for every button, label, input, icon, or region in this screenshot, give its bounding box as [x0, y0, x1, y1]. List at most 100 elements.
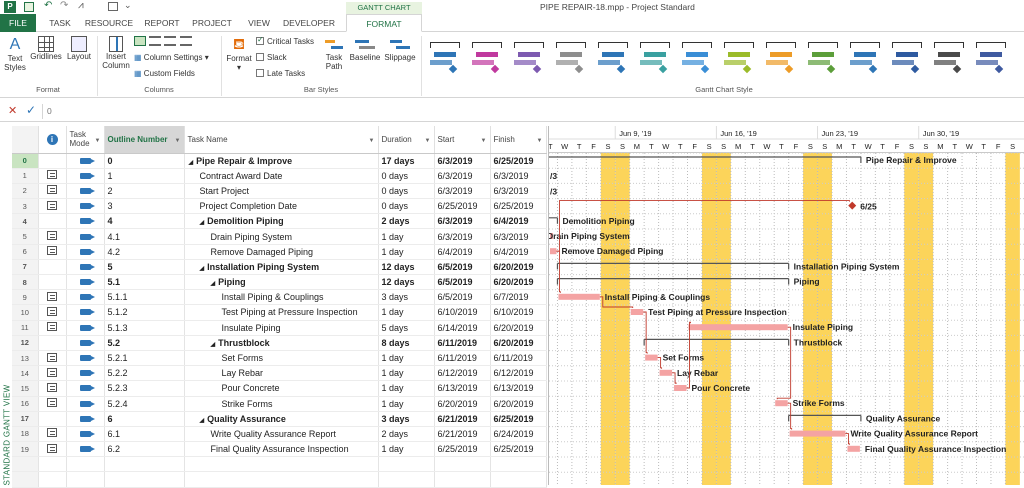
task-note-icon[interactable]	[47, 367, 57, 377]
row-number[interactable]: 16	[12, 396, 39, 412]
task-name-cell[interactable]: ◢ Piping	[184, 274, 379, 291]
start-cell[interactable]: 6/21/2019	[434, 426, 491, 443]
empty-cell[interactable]	[434, 456, 491, 473]
start-cell[interactable]: 6/3/2019	[434, 168, 491, 184]
task-name-cell[interactable]: Set Forms	[184, 350, 379, 367]
duration-cell[interactable]: 3 days	[378, 289, 435, 306]
collapse-triangle-icon[interactable]: ◢	[200, 266, 205, 272]
finish-column-header[interactable]: Finish ▼	[490, 126, 547, 154]
finish-cell[interactable]: 6/7/2019	[490, 289, 547, 306]
duration-cell[interactable]: 1 day	[378, 244, 435, 260]
custom-fields-button[interactable]: ▦ Custom Fields	[134, 69, 195, 78]
tab-resource[interactable]: RESOURCE	[84, 14, 134, 32]
duration-cell[interactable]: 2 days	[378, 213, 435, 230]
gantt-style-swatch[interactable]	[552, 38, 590, 78]
task-row[interactable]: 17 6 ◢ Quality Assurance 3 days 6/21/2019 6/25…	[12, 411, 547, 427]
task-mode-column-header[interactable]: Task Mode ▼	[66, 126, 105, 154]
quick-access-icon[interactable]: ⩘	[78, 0, 84, 11]
task-bar[interactable]	[674, 385, 687, 391]
collapse-triangle-icon[interactable]: ◢	[211, 342, 216, 348]
start-cell[interactable]: 6/10/2019	[434, 304, 491, 321]
row-number[interactable]: 13	[12, 350, 39, 367]
task-row[interactable]: 8 5.1 ◢ Piping 12 days 6/5/2019 6/20/2019	[12, 274, 547, 291]
finish-cell[interactable]: 6/24/2019	[490, 426, 547, 443]
row-number[interactable]: 18	[12, 426, 39, 443]
task-path-button[interactable]: Task Path	[320, 36, 348, 71]
duration-cell[interactable]: 3 days	[378, 411, 435, 427]
indicator-cell[interactable]	[38, 213, 67, 230]
indicator-cell[interactable]	[38, 168, 67, 184]
gantt-style-swatch[interactable]	[930, 38, 968, 78]
task-note-icon[interactable]	[47, 428, 57, 438]
indicator-cell[interactable]	[38, 441, 67, 458]
app-icon[interactable]: P	[4, 1, 16, 13]
tab-format[interactable]: FORMAT	[346, 14, 422, 32]
task-name-cell[interactable]: Project Completion Date	[184, 198, 379, 215]
task-note-icon[interactable]	[47, 322, 57, 332]
indicator-cell[interactable]	[38, 350, 67, 367]
task-name-cell[interactable]: Test Piping at Pressure Inspection	[184, 304, 379, 321]
task-mode-cell[interactable]	[66, 426, 105, 443]
task-mode-cell[interactable]	[66, 396, 105, 412]
task-row[interactable]: 5 4.1 Drain Piping System 1 day 6/3/2019 6/3/…	[12, 228, 547, 245]
task-row[interactable]: 9 5.1.1 Install Piping & Couplings 3 days 6/…	[12, 289, 547, 306]
bar-format-button[interactable]: ⛾ Format ▾	[224, 36, 254, 72]
task-bar[interactable]	[659, 369, 673, 376]
task-note-icon[interactable]	[47, 291, 57, 301]
finish-cell[interactable]: 6/20/2019	[490, 396, 547, 412]
task-note-icon[interactable]	[47, 398, 57, 408]
row-number[interactable]: 17	[12, 411, 39, 427]
task-name-cell[interactable]: Install Piping & Couplings	[184, 289, 379, 306]
duration-cell[interactable]: 1 day	[378, 396, 435, 412]
duration-column-header[interactable]: Duration ▼	[378, 126, 435, 154]
task-name-cell[interactable]: ◢ Installation Piping System	[184, 259, 379, 276]
gantt-chart[interactable]: 19Jun 9, '19Jun 16, '19Jun 23, '19Jun 30…	[548, 126, 1024, 485]
task-bar[interactable]	[645, 354, 658, 361]
filter-arrow-icon[interactable]: ▼	[95, 137, 101, 146]
empty-cell[interactable]	[66, 456, 105, 473]
indicators-column-header[interactable]: i	[38, 126, 67, 154]
collapse-triangle-icon[interactable]: ◢	[200, 220, 205, 226]
empty-cell[interactable]	[38, 456, 67, 473]
task-row[interactable]: 1 1 Contract Award Date 0 days 6/3/2019 6/3/2…	[12, 168, 547, 184]
outline-number-column-header[interactable]: Outline Number ▼	[104, 126, 185, 154]
finish-cell[interactable]: 6/25/2019	[490, 411, 547, 427]
finish-cell[interactable]: 6/13/2019	[490, 380, 547, 397]
task-bar[interactable]	[688, 324, 788, 331]
outline-number-cell[interactable]: 4.2	[104, 244, 185, 260]
filter-arrow-icon[interactable]: ▼	[175, 137, 181, 146]
task-mode-cell[interactable]	[66, 198, 105, 215]
row-number[interactable]	[12, 456, 39, 473]
finish-cell[interactable]: 6/20/2019	[490, 259, 547, 276]
task-name-cell[interactable]: Lay Rebar	[184, 365, 379, 382]
outline-number-cell[interactable]: 5.1.2	[104, 304, 185, 321]
finish-cell[interactable]: 6/3/2019	[490, 168, 547, 184]
outline-number-cell[interactable]: 5.2.2	[104, 365, 185, 382]
gantt-style-swatch[interactable]	[720, 38, 758, 78]
outline-number-cell[interactable]: 6.2	[104, 441, 185, 458]
row-number[interactable]: 11	[12, 320, 39, 336]
duration-cell[interactable]: 2 days	[378, 426, 435, 443]
task-note-icon[interactable]	[47, 231, 57, 241]
duration-cell[interactable]: 12 days	[378, 274, 435, 291]
finish-cell[interactable]: 6/4/2019	[490, 244, 547, 260]
chart-icon[interactable]	[108, 2, 118, 11]
task-note-icon[interactable]	[47, 382, 57, 392]
empty-cell[interactable]	[490, 456, 547, 473]
empty-cell[interactable]	[104, 456, 185, 473]
task-mode-cell[interactable]	[66, 289, 105, 306]
gridlines-button[interactable]: Gridlines	[30, 36, 62, 61]
duration-cell[interactable]: 1 day	[378, 350, 435, 367]
finish-cell[interactable]: 6/12/2019	[490, 365, 547, 382]
task-row[interactable]: 16 5.2.4 Strike Forms 1 day 6/20/2019 6/20/20…	[12, 396, 547, 412]
start-cell[interactable]: 6/3/2019	[434, 183, 491, 200]
filter-arrow-icon[interactable]: ▼	[537, 137, 543, 146]
task-row[interactable]: 11 5.1.3 Insulate Piping 5 days 6/14/2019 6/2…	[12, 320, 547, 336]
task-name-cell[interactable]: ◢ Demolition Piping	[184, 213, 379, 230]
align-left-icon[interactable]	[134, 36, 146, 46]
task-mode-cell[interactable]	[66, 183, 105, 200]
task-row[interactable]: 7 5 ◢ Installation Piping System 12 days 6/5/…	[12, 259, 547, 276]
task-name-cell[interactable]: Final Quality Assurance Inspection	[184, 441, 379, 458]
task-name-cell[interactable]: Write Quality Assurance Report	[184, 426, 379, 443]
task-name-cell[interactable]: ◢ Thrustblock	[184, 335, 379, 351]
